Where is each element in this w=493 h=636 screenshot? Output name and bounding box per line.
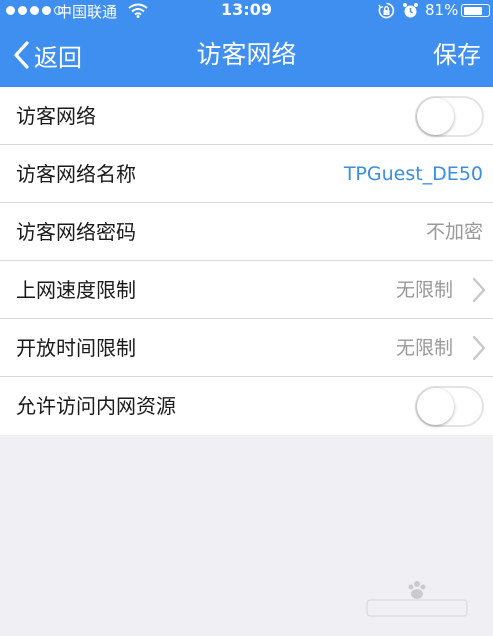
guest-network-password-row[interactable]: 访客网络密码 不加密 — [0, 203, 493, 261]
header: 中国联通 13:09 81% 返回 访客网络 保存 — [0, 0, 493, 87]
guest-network-row: 访客网络 — [0, 87, 493, 145]
time-limit-value: 无限制 — [395, 337, 453, 359]
intranet-access-row: 允许访问内网资源 — [0, 377, 493, 435]
intranet-access-toggle[interactable] — [415, 386, 484, 427]
password-value: 不加密 — [425, 221, 483, 243]
status-bar: 中国联通 13:09 81% — [0, 0, 493, 22]
alarm-icon — [403, 3, 418, 18]
battery-percentage: 81% — [425, 1, 459, 19]
battery-icon — [461, 4, 490, 17]
row-label: 访客网络密码 — [16, 220, 136, 244]
toggle-knob — [417, 388, 454, 425]
speed-limit-row[interactable]: 上网速度限制 无限制 — [0, 261, 493, 319]
row-label: 允许访问内网资源 — [16, 394, 176, 418]
row-label: 开放时间限制 — [16, 336, 136, 360]
speed-limit-value: 无限制 — [395, 279, 453, 301]
guest-network-toggle[interactable] — [415, 96, 484, 137]
network-name-value: TPGuest_DE50 — [343, 163, 483, 185]
navigation-bar: 返回 访客网络 保存 — [0, 22, 493, 87]
row-label: 访客网络名称 — [16, 162, 136, 186]
status-time: 13:09 — [221, 0, 272, 19]
watermark-logo — [366, 581, 468, 617]
chevron-right-icon — [472, 277, 486, 303]
settings-list: 访客网络 访客网络名称 TPGuest_DE50 访客网络密码 不加密 上网速度… — [0, 87, 493, 435]
chevron-right-icon — [472, 335, 486, 361]
toggle-knob — [417, 98, 454, 135]
page-title: 访客网络 — [196, 40, 297, 69]
row-label: 访客网络 — [16, 104, 96, 128]
guest-network-name-row[interactable]: 访客网络名称 TPGuest_DE50 — [0, 145, 493, 203]
open-time-limit-row[interactable]: 开放时间限制 无限制 — [0, 319, 493, 377]
row-label: 上网速度限制 — [16, 278, 136, 302]
save-button[interactable]: 保存 — [433, 38, 481, 72]
orientation-lock-icon — [378, 2, 395, 19]
